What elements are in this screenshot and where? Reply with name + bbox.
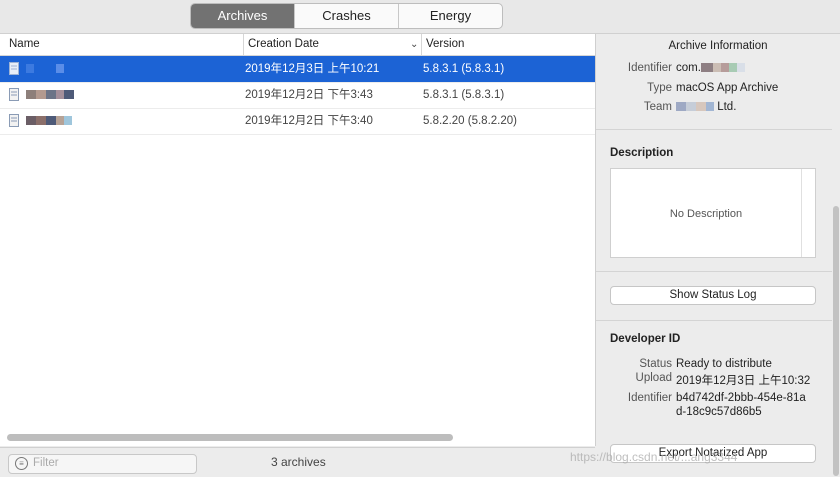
archives-table: Name Creation Date ⌄ Version 2019年12月3日 …	[0, 34, 596, 446]
identifier-label: Identifier	[627, 62, 672, 74]
row-creation-date: 2019年12月2日 下午3:40	[245, 115, 373, 127]
panel-title: Archive Information	[668, 40, 768, 52]
row-version: 5.8.3.1 (5.8.3.1)	[423, 89, 505, 101]
column-header-name[interactable]: Name	[9, 34, 40, 55]
table-header: Name Creation Date ⌄ Version	[0, 34, 595, 56]
status-row: Status Ready to distribute	[596, 358, 832, 372]
tab-energy[interactable]: Energy	[398, 4, 502, 28]
no-description-text: No Description	[669, 208, 743, 220]
status-label: Status	[639, 358, 672, 370]
row-creation-date: 2019年12月2日 下午3:43	[245, 89, 373, 101]
show-status-log-button[interactable]: Show Status Log	[610, 286, 816, 305]
toolbar: Archives Crashes Energy	[0, 0, 840, 34]
column-header-creation-date[interactable]: Creation Date	[243, 34, 422, 55]
filter-field[interactable]: ≡ Filter	[8, 454, 197, 474]
watermark: https://blog.csdn.net/...ang3344	[570, 450, 738, 464]
description-heading: Description	[610, 147, 674, 159]
developer-identifier-row: Identifier b4d742df-2bbb-454e-81a d-18c9…	[596, 392, 832, 420]
tab-archives[interactable]: Archives	[191, 4, 294, 28]
team-value: Ltd.	[676, 101, 736, 113]
archive-icon	[9, 88, 19, 101]
horizontal-scrollbar[interactable]	[7, 434, 453, 441]
team-label: Team	[643, 101, 672, 113]
divider	[596, 271, 832, 272]
filter-placeholder: Filter	[33, 457, 59, 469]
description-scroll-track[interactable]	[801, 169, 815, 257]
table-row[interactable]: 2019年12月2日 下午3:40 5.8.2.20 (5.8.2.20)	[0, 108, 595, 135]
developer-id-heading: Developer ID	[610, 333, 681, 345]
segmented-control: Archives Crashes Energy	[190, 3, 503, 29]
upload-value: 2019年12月3日 上午10:32	[676, 375, 811, 387]
type-value: macOS App Archive	[676, 82, 779, 94]
sort-chevron-icon[interactable]: ⌄	[410, 39, 418, 50]
filter-icon: ≡	[15, 457, 28, 470]
identifier-row: Identifier com.	[596, 62, 832, 76]
row-version: 5.8.3.1 (5.8.3.1)	[423, 63, 505, 75]
archive-name-redacted	[26, 108, 72, 134]
tab-crashes[interactable]: Crashes	[294, 4, 398, 28]
archive-count: 3 archives	[271, 455, 326, 469]
table-row[interactable]: 2019年12月2日 下午3:43 5.8.3.1 (5.8.3.1)	[0, 82, 595, 109]
developer-identifier-line-1: b4d742df-2bbb-454e-81a	[676, 392, 806, 404]
row-version: 5.8.2.20 (5.8.2.20)	[423, 115, 517, 127]
panel-scrollbar[interactable]	[833, 206, 839, 476]
row-creation-date: 2019年12月3日 上午10:21	[245, 63, 380, 75]
developer-identifier-label: Identifier	[627, 392, 672, 404]
type-row: Type macOS App Archive	[596, 82, 832, 96]
type-label: Type	[647, 82, 672, 94]
description-box[interactable]: No Description	[610, 168, 816, 258]
divider	[596, 320, 832, 321]
developer-identifier-line-2: d-18c9c57d86b5	[676, 406, 762, 418]
archive-info-panel: Archive Information Identifier com. Type…	[596, 34, 840, 476]
archive-icon	[9, 114, 19, 127]
archive-name-redacted	[26, 82, 74, 108]
table-row[interactable]: 2019年12月3日 上午10:21 5.8.3.1 (5.8.3.1)	[0, 56, 595, 83]
column-header-version[interactable]: Version	[421, 34, 464, 55]
upload-label: Upload	[635, 372, 672, 384]
upload-row: Upload 2019年12月3日 上午10:32	[596, 372, 832, 387]
team-row: Team Ltd.	[596, 101, 832, 115]
status-value: Ready to distribute	[676, 358, 772, 370]
divider	[596, 129, 832, 130]
identifier-value: com.	[676, 62, 745, 74]
archive-name-redacted	[26, 56, 64, 82]
bottom-bar: ≡ Filter 3 archives	[0, 447, 595, 477]
archive-icon	[9, 62, 19, 75]
